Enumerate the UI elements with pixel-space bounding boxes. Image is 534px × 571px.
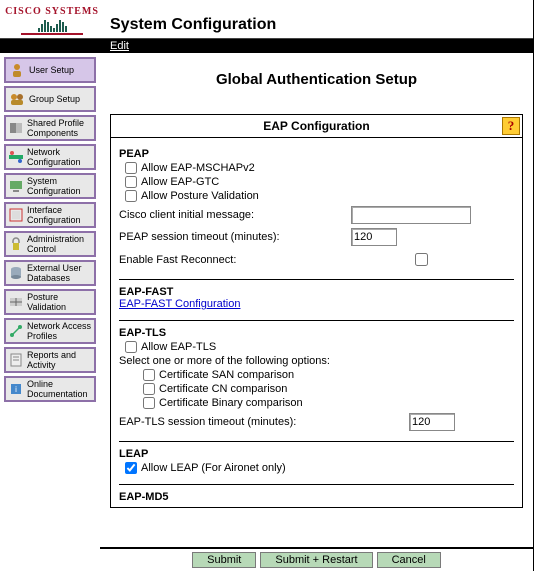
- sidebar-item-label: Online Documentation: [27, 379, 92, 399]
- peap-timeout-label: PEAP session timeout (minutes):: [119, 231, 351, 243]
- peap-section-title: PEAP: [119, 148, 514, 160]
- sidebar-item-label: Administration Control: [27, 234, 92, 254]
- edit-menu[interactable]: Edit: [0, 39, 533, 53]
- allow-posture-row[interactable]: Allow Posture Validation: [125, 190, 514, 202]
- sidebar-item-network-config[interactable]: Network Configuration: [4, 144, 96, 170]
- eap-fast-section-title: EAP-FAST: [119, 286, 514, 298]
- allow-eap-gtc-checkbox[interactable]: [125, 176, 137, 188]
- cert-san-checkbox[interactable]: [143, 369, 155, 381]
- cert-bin-label: Certificate Binary comparison: [159, 397, 303, 409]
- allow-eap-mschapv2-label: Allow EAP-MSCHAPv2: [141, 162, 255, 174]
- logo-bars-icon: [38, 18, 67, 32]
- logo-underline: [21, 33, 83, 35]
- header-row: CISCO SYSTEMS System Configuration: [0, 0, 533, 39]
- nap-icon: [8, 322, 24, 340]
- user-icon: [8, 61, 26, 79]
- allow-leap-row[interactable]: Allow LEAP (For Aironet only): [125, 462, 514, 474]
- eap-config-panel: EAP Configuration ? PEAP Allow EAP-MSCHA…: [110, 114, 523, 508]
- sidebar-item-shared-profile[interactable]: Shared Profile Components: [4, 115, 96, 141]
- page-title: System Configuration: [110, 16, 276, 34]
- interface-config-icon: [8, 206, 24, 224]
- separator: [119, 484, 514, 485]
- allow-eap-tls-label: Allow EAP-TLS: [141, 341, 216, 353]
- cert-cn-checkbox[interactable]: [143, 383, 155, 395]
- fast-reconnect-label: Enable Fast Reconnect:: [119, 254, 351, 266]
- sidebar-item-admin-control[interactable]: Administration Control: [4, 231, 96, 257]
- sidebar-item-external-db[interactable]: External User Databases: [4, 260, 96, 286]
- allow-posture-label: Allow Posture Validation: [141, 190, 259, 202]
- footer-actions: Submit Submit + Restart Cancel: [100, 547, 533, 571]
- eap-tls-options-label: Select one or more of the following opti…: [119, 355, 514, 367]
- fast-reconnect-checkbox[interactable]: [415, 253, 428, 266]
- sidebar-item-label: Network Configuration: [27, 147, 92, 167]
- sidebar-item-group-setup[interactable]: Group Setup: [4, 86, 96, 112]
- allow-eap-gtc-row[interactable]: Allow EAP-GTC: [125, 176, 514, 188]
- sidebar: User Setup Group Setup Shared Profile Co…: [0, 53, 100, 571]
- cert-cn-row[interactable]: Certificate CN comparison: [143, 383, 514, 395]
- allow-posture-checkbox[interactable]: [125, 190, 137, 202]
- content-heading: Global Authentication Setup: [110, 71, 523, 88]
- submit-button[interactable]: Submit: [192, 552, 256, 568]
- admin-control-icon: [8, 235, 24, 253]
- sidebar-item-reports[interactable]: Reports and Activity: [4, 347, 96, 373]
- system-config-icon: [8, 177, 24, 195]
- allow-leap-label: Allow LEAP (For Aironet only): [141, 462, 286, 474]
- allow-eap-mschapv2-checkbox[interactable]: [125, 162, 137, 174]
- cancel-button[interactable]: Cancel: [377, 552, 441, 568]
- cisco-logo: CISCO SYSTEMS: [2, 6, 102, 38]
- sidebar-item-label: External User Databases: [27, 263, 92, 283]
- allow-eap-tls-checkbox[interactable]: [125, 341, 137, 353]
- cert-bin-checkbox[interactable]: [143, 397, 155, 409]
- cert-bin-row[interactable]: Certificate Binary comparison: [143, 397, 514, 409]
- allow-eap-mschapv2-row[interactable]: Allow EAP-MSCHAPv2: [125, 162, 514, 174]
- cert-cn-label: Certificate CN comparison: [159, 383, 287, 395]
- leap-section-title: LEAP: [119, 448, 514, 460]
- separator: [119, 279, 514, 280]
- help-icon[interactable]: ?: [502, 117, 520, 135]
- eap-tls-timeout-label: EAP-TLS session timeout (minutes):: [119, 416, 409, 428]
- peap-timeout-input[interactable]: [351, 228, 397, 246]
- separator: [119, 441, 514, 442]
- sidebar-item-label: Reports and Activity: [27, 350, 92, 370]
- external-db-icon: [8, 264, 24, 282]
- sidebar-item-docs[interactable]: i Online Documentation: [4, 376, 96, 402]
- logo-text: CISCO SYSTEMS: [5, 6, 99, 17]
- allow-eap-gtc-label: Allow EAP-GTC: [141, 176, 219, 188]
- sidebar-item-system-config[interactable]: System Configuration: [4, 173, 96, 199]
- reports-icon: [8, 351, 24, 369]
- panel-header: EAP Configuration ?: [111, 115, 522, 138]
- eap-tls-timeout-input[interactable]: [409, 413, 455, 431]
- eap-tls-section-title: EAP-TLS: [119, 327, 514, 339]
- sidebar-item-label: Network Access Profiles: [27, 321, 92, 341]
- sidebar-item-label: Posture Validation: [27, 292, 92, 312]
- shared-profile-icon: [8, 119, 24, 137]
- submit-restart-button[interactable]: Submit + Restart: [260, 552, 372, 568]
- posture-icon: [8, 293, 24, 311]
- sidebar-item-label: System Configuration: [27, 176, 92, 196]
- initial-msg-label: Cisco client initial message:: [119, 209, 351, 221]
- allow-eap-tls-row[interactable]: Allow EAP-TLS: [125, 341, 514, 353]
- sidebar-item-interface-config[interactable]: Interface Configuration: [4, 202, 96, 228]
- sidebar-item-label: Interface Configuration: [27, 205, 92, 225]
- group-icon: [8, 90, 26, 108]
- network-config-icon: [8, 148, 24, 166]
- eap-md5-section-title: EAP-MD5: [119, 491, 514, 503]
- cert-san-label: Certificate SAN comparison: [159, 369, 294, 381]
- allow-leap-checkbox[interactable]: [125, 462, 137, 474]
- docs-icon: i: [8, 380, 24, 398]
- sidebar-item-posture[interactable]: Posture Validation: [4, 289, 96, 315]
- panel-title: EAP Configuration: [131, 119, 502, 133]
- svg-text:i: i: [15, 385, 17, 394]
- cert-san-row[interactable]: Certificate SAN comparison: [143, 369, 514, 381]
- sidebar-item-label: User Setup: [29, 65, 74, 75]
- sidebar-item-label: Shared Profile Components: [27, 118, 92, 138]
- eap-fast-config-link[interactable]: EAP-FAST Configuration: [119, 298, 240, 310]
- separator: [119, 320, 514, 321]
- sidebar-item-nap[interactable]: Network Access Profiles: [4, 318, 96, 344]
- initial-msg-input[interactable]: [351, 206, 471, 224]
- sidebar-item-user-setup[interactable]: User Setup: [4, 57, 96, 83]
- sidebar-item-label: Group Setup: [29, 94, 80, 104]
